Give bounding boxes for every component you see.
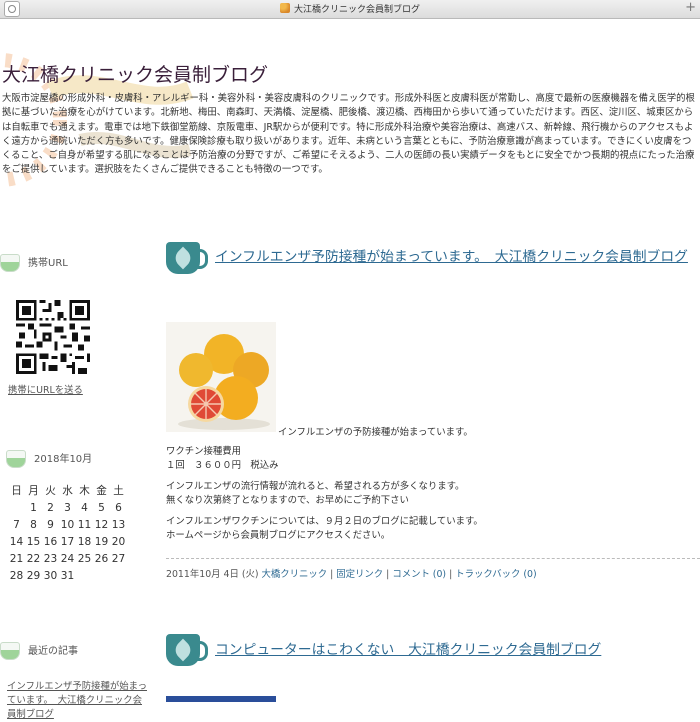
calendar-day: 21: [9, 552, 24, 565]
calendar-day: 31: [60, 569, 75, 582]
post-paragraph: インフルエンザワクチンについては、９月２日のブログに記載しています。 ホームペー…: [166, 516, 483, 541]
sidebar-heading-calendar: 2018年10月: [6, 446, 92, 468]
calendar-month-label: 2018年10月: [34, 453, 93, 465]
calendar-day: 27: [111, 552, 126, 565]
permalink-link[interactable]: 固定リンク: [336, 569, 383, 580]
calendar-day: 7: [13, 518, 20, 531]
calendar-day: 8: [30, 518, 37, 531]
weekday: 日: [11, 485, 22, 497]
calendar-day: 16: [43, 535, 58, 548]
weekday: 火: [45, 485, 56, 497]
post-cup-icon: [166, 238, 208, 276]
calendar-day: 10: [60, 518, 75, 531]
weekday: 木: [79, 485, 90, 497]
calendar-week: 14 15 16 17 18 19 20: [8, 533, 127, 550]
trackback-link[interactable]: トラックバック (0): [455, 569, 536, 580]
calendar-day: 4: [81, 501, 88, 514]
grapefruit-image: [166, 322, 276, 432]
calendar-day: 22: [26, 552, 41, 565]
calendar-day: 14: [9, 535, 24, 548]
calendar-day: 25: [77, 552, 92, 565]
post-cup-icon: [166, 630, 208, 668]
calendar-day: 11: [77, 518, 92, 531]
browser-tab-bar: 大江橋クリニック会員制ブログ +: [0, 0, 700, 19]
meta-separator: |: [386, 569, 390, 580]
calendar-day: 20: [111, 535, 126, 548]
calendar-week: 7 8 9 10 11 12 13: [8, 516, 127, 533]
calendar-week: 1 2 3 4 5 6: [8, 499, 127, 516]
weekday: 月: [28, 485, 39, 497]
calendar-day: 13: [111, 518, 126, 531]
cup-icon: [0, 250, 20, 272]
comments-link[interactable]: コメント (0): [392, 569, 446, 580]
new-tab-icon[interactable]: +: [685, 0, 696, 15]
sidebar-heading-label: 携帯URL: [28, 257, 68, 269]
sidebar-heading-label: 最近の記事: [28, 645, 78, 657]
cup-icon: [6, 446, 26, 468]
calendar-week: 21 22 23 24 25 26 27: [8, 550, 127, 567]
calendar-day: 9: [47, 518, 54, 531]
meta-separator: |: [330, 569, 334, 580]
tab-title: 大江橋クリニック会員制ブログ: [293, 5, 420, 15]
send-url-to-mobile-link[interactable]: 携帯にURLを送る: [8, 382, 83, 396]
post-paragraph: ワクチン接種費用 １回 ３６００円 税込み: [166, 446, 279, 471]
calendar-day: 3: [64, 501, 71, 514]
calendar-day: 29: [26, 569, 41, 582]
sidebar-heading-recent: 最近の記事: [0, 638, 78, 660]
meta-separator: |: [449, 569, 453, 580]
calendar-day: 23: [43, 552, 58, 565]
browser-tab[interactable]: 大江橋クリニック会員制ブログ: [0, 2, 700, 15]
calendar-day: 26: [94, 552, 109, 565]
sidebar-heading-mobile: 携帯URL: [0, 250, 68, 272]
post-paragraph: インフルエンザの流行情報が流れると、希望される方が多くなります。 無くなり次第終…: [166, 481, 465, 506]
post-title-link[interactable]: インフルエンザ予防接種が始まっています。 大江橋クリニック会員制ブログ: [215, 247, 695, 267]
weekday: 土: [113, 485, 124, 497]
qr-code-icon: [16, 300, 90, 374]
site-favicon-icon: [279, 3, 290, 13]
weekday: 金: [96, 485, 107, 497]
weekday: 水: [62, 485, 73, 497]
calendar-day: 17: [60, 535, 75, 548]
calendar-day: 6: [115, 501, 122, 514]
post-divider: [166, 558, 700, 559]
calendar-week: 28 29 30 31: [8, 567, 127, 584]
category-link[interactable]: 大橋クリニック: [262, 569, 328, 580]
calendar-day: 2: [47, 501, 54, 514]
image-caption: インフルエンザの予防接種が始まっています。: [278, 427, 473, 438]
calendar-day: 18: [77, 535, 92, 548]
calendar-day: 1: [30, 501, 37, 514]
calendar-day: [110, 567, 127, 584]
post-date: 2011年10月 4日 (火): [166, 569, 259, 580]
cup-icon: [0, 638, 20, 660]
calendar-day: 12: [94, 518, 109, 531]
recent-article-link[interactable]: インフルエンザ予防接種が始まっています。 大江橋クリニック会員制ブログ: [7, 680, 147, 722]
calendar-day: 24: [60, 552, 75, 565]
calendar-day: 30: [43, 569, 58, 582]
site-title[interactable]: 大江橋クリニック会員制ブログ: [2, 60, 268, 87]
calendar-day: [93, 567, 110, 584]
calendar-weekday-row: 日 月 火 水 木 金 土: [8, 482, 127, 499]
calendar: 日 月 火 水 木 金 土 1 2 3 4 5 6 7 8 9 10 11 12…: [8, 482, 127, 584]
calendar-day: [8, 499, 25, 516]
calendar-day: 28: [9, 569, 24, 582]
post-meta: 2011年10月 4日 (火) 大橋クリニック | 固定リンク | コメント (…: [166, 566, 537, 580]
calendar-day: 19: [94, 535, 109, 548]
calendar-day: [76, 567, 93, 584]
calendar-day: 15: [26, 535, 41, 548]
site-description: 大阪市淀屋橋の形成外科・皮膚科・アレルギー科・美容外科・美容皮膚科のクリニックで…: [2, 93, 695, 176]
post-title-link[interactable]: コンピューターはこわくない 大江橋クリニック会員制ブログ: [215, 640, 601, 660]
calendar-day: 5: [98, 501, 105, 514]
post-image: [166, 696, 276, 702]
